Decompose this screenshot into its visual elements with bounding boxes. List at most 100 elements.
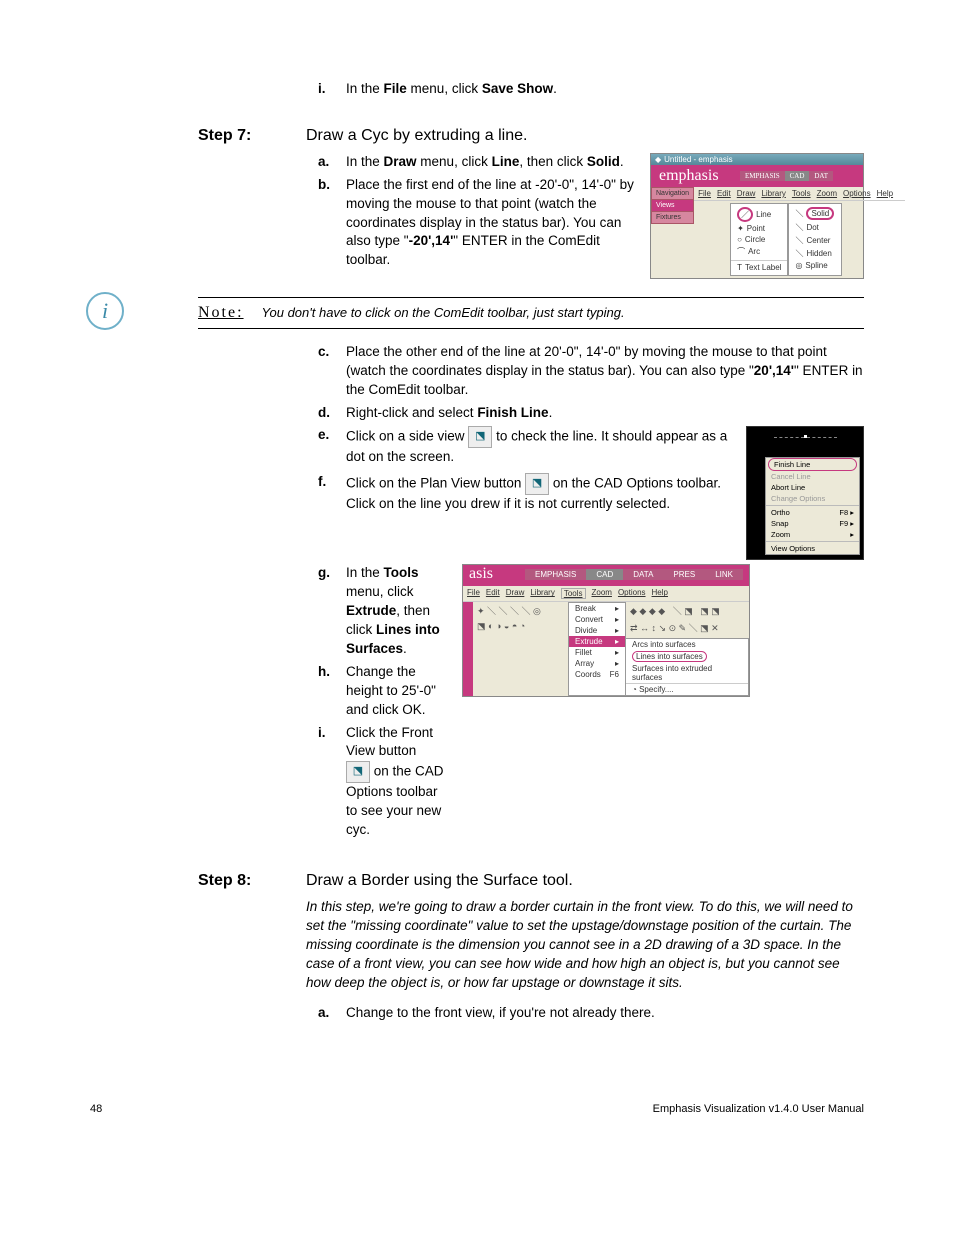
step-heading: Step 8: Draw a Border using the Surface … <box>198 872 864 890</box>
list-item: b. Place the first end of the line at -2… <box>318 176 636 270</box>
menu-library[interactable]: Library <box>530 588 554 599</box>
menu-file[interactable]: File <box>698 189 711 198</box>
context-menu: Finish Line Cancel Line Abort Line Chang… <box>765 457 860 555</box>
menu-tools[interactable]: Tools <box>792 189 811 198</box>
app-icon: ◆ <box>655 155 661 164</box>
menu-item-specify[interactable]: ◔ Specify.... <box>626 683 748 695</box>
mode-tab[interactable]: EMPHASIS <box>740 171 785 181</box>
menu-draw[interactable]: Draw <box>506 588 525 599</box>
menu-item-dot[interactable]: ＼Dot <box>789 221 841 234</box>
menu-library[interactable]: Library <box>761 189 785 198</box>
menu-item-view-options[interactable]: View Options <box>766 543 859 554</box>
screenshot-draw-menu: ◆Untitled - emphasis emphasis EMPHASIS C… <box>650 153 864 279</box>
menu-zoom[interactable]: Zoom <box>817 189 837 198</box>
step-title: Draw a Border using the Surface tool. <box>306 872 864 890</box>
mode-tab[interactable]: CAD <box>586 569 623 580</box>
menu-item-center[interactable]: ＼Center <box>789 234 841 247</box>
menu-item-divide[interactable]: Divide▸ <box>569 625 625 636</box>
menu-help[interactable]: Help <box>877 189 893 198</box>
step-label: Step 7: <box>198 127 306 145</box>
mode-tab[interactable]: DATA <box>623 569 663 580</box>
menu-item-surfaces-into-extruded[interactable]: Surfaces into extruded surfaces <box>626 663 748 683</box>
arc-icon: ⌒ <box>737 246 745 257</box>
menu-item-abort-line[interactable]: Abort Line <box>766 482 859 493</box>
menu-file[interactable]: File <box>467 588 480 599</box>
list-item: f. Click on the Plan View button ⬔ on th… <box>318 473 732 514</box>
menu-item-change-options: Change Options <box>766 493 859 504</box>
step-label: Step 8: <box>198 872 306 890</box>
step-heading: Step 7: Draw a Cyc by extruding a line. <box>198 127 864 145</box>
mode-tab[interactable]: PRES <box>663 569 705 580</box>
menu-item-lines-into-surfaces[interactable]: Lines into surfaces <box>626 650 748 663</box>
menu-item-convert[interactable]: Convert▸ <box>569 614 625 625</box>
app-logo-bar: emphasis EMPHASIS CAD DAT <box>651 165 863 187</box>
menu-item-coords[interactable]: CoordsF6 <box>569 669 625 680</box>
sidebar-item[interactable]: Fixtures <box>651 211 694 224</box>
specify-icon: ◔ <box>632 685 637 694</box>
menu-item-text-label[interactable]: TText Label <box>731 260 787 273</box>
menu-item-circle[interactable]: ○Circle <box>731 234 787 245</box>
line-icon: ／ <box>737 207 753 222</box>
side-view-icon: ⬔ <box>468 426 492 448</box>
menu-edit[interactable]: Edit <box>486 588 500 599</box>
sidebar: Navigation Views Fixtures <box>651 187 694 278</box>
menu-item-arc[interactable]: ⌒Arc <box>731 245 787 258</box>
menu-item-extrude[interactable]: Extrude▸ <box>569 636 625 647</box>
line-submenu: ＼Solid ＼Dot ＼Center ＼Hidden ◎Spline <box>788 203 842 276</box>
mode-tab[interactable]: CAD <box>785 171 810 181</box>
draw-dropdown: ／Line ✦Point ○Circle ⌒Arc TText Label <box>730 203 788 276</box>
list-item: a. Change to the front view, if you're n… <box>318 1004 864 1023</box>
dot-icon: ＼ <box>795 222 803 233</box>
menu-item-break[interactable]: Break▸ <box>569 603 625 614</box>
list-item: h. Change the height to 25'-0" and click… <box>318 663 448 720</box>
step-intro: In this step, we're going to draw a bord… <box>306 898 864 992</box>
page-number: 48 <box>90 1103 102 1115</box>
menu-item-ortho[interactable]: OrthoF8 ▸ <box>766 507 859 518</box>
menu-item-solid[interactable]: ＼Solid <box>789 206 841 221</box>
menu-item-cancel-line: Cancel Line <box>766 471 859 482</box>
window-titlebar: ◆Untitled - emphasis <box>651 154 863 165</box>
menu-edit[interactable]: Edit <box>717 189 731 198</box>
menu-item-fillet[interactable]: Fillet▸ <box>569 647 625 658</box>
list-item: e. Click on a side view ⬔ to check the l… <box>318 426 732 467</box>
menu-item-line[interactable]: ／Line <box>731 206 787 223</box>
extrude-submenu: Arcs into surfaces Lines into surfaces S… <box>625 638 749 696</box>
tools-dropdown: Break▸ Convert▸ Divide▸ Extrude▸ Fillet▸… <box>568 602 626 696</box>
text-icon: T <box>737 263 742 272</box>
plan-view-icon: ⬔ <box>525 473 549 495</box>
screenshot-context-menu: Finish Line Cancel Line Abort Line Chang… <box>746 426 864 560</box>
menu-item-spline[interactable]: ◎Spline <box>789 260 841 271</box>
menu-tools[interactable]: Tools <box>561 588 586 599</box>
app-logo-bar: asis EMPHASIS CAD DATA PRES LINK <box>463 565 749 586</box>
mode-tab[interactable]: EMPHASIS <box>525 569 586 580</box>
mode-tab[interactable]: LINK <box>705 569 743 580</box>
menu-item-zoom[interactable]: Zoom▸ <box>766 529 859 540</box>
menu-options[interactable]: Options <box>843 189 871 198</box>
info-icon: i <box>86 292 124 330</box>
menu-zoom[interactable]: Zoom <box>592 588 612 599</box>
front-view-icon: ⬔ <box>346 761 370 783</box>
note-text: You don't have to click on the ComEdit t… <box>262 305 625 320</box>
menu-draw[interactable]: Draw <box>737 189 756 198</box>
menu-item-finish-line[interactable]: Finish Line <box>768 458 857 471</box>
toolbar-row: ⬔ ◐ ◑ ◒ ◓ ◔ <box>473 619 569 634</box>
spline-icon: ◎ <box>795 261 802 270</box>
list-marker: i. <box>318 80 346 99</box>
page-footer: 48 Emphasis Visualization v1.4.0 User Ma… <box>90 1103 864 1115</box>
menu-item-arcs-into-surfaces[interactable]: Arcs into surfaces <box>626 639 748 650</box>
menu-help[interactable]: Help <box>652 588 668 599</box>
list-item: a. In the Draw menu, click Line, then cl… <box>318 153 636 172</box>
menubar: File Edit Draw Library Tools Zoom Option… <box>463 586 749 602</box>
menu-item-snap[interactable]: SnapF9 ▸ <box>766 518 859 529</box>
menu-options[interactable]: Options <box>618 588 646 599</box>
doc-title: Emphasis Visualization v1.4.0 User Manua… <box>653 1103 864 1115</box>
menu-item-hidden[interactable]: ＼Hidden <box>789 247 841 260</box>
menubar: File Edit Draw Library Tools Zoom Option… <box>694 187 905 201</box>
toolbar-row: ◆ ◆ ◆ ◆ ＼ ⬔ ⬔ ⬔ <box>626 602 749 619</box>
list-item: g. In the Tools menu, click Extrude, the… <box>318 564 448 658</box>
note-label: Note: <box>198 304 244 322</box>
menu-item-array[interactable]: Array▸ <box>569 658 625 669</box>
mode-tab[interactable]: DAT <box>809 171 833 181</box>
note-block: i Note: You don't have to click on the C… <box>198 297 864 329</box>
menu-item-point[interactable]: ✦Point <box>731 223 787 234</box>
